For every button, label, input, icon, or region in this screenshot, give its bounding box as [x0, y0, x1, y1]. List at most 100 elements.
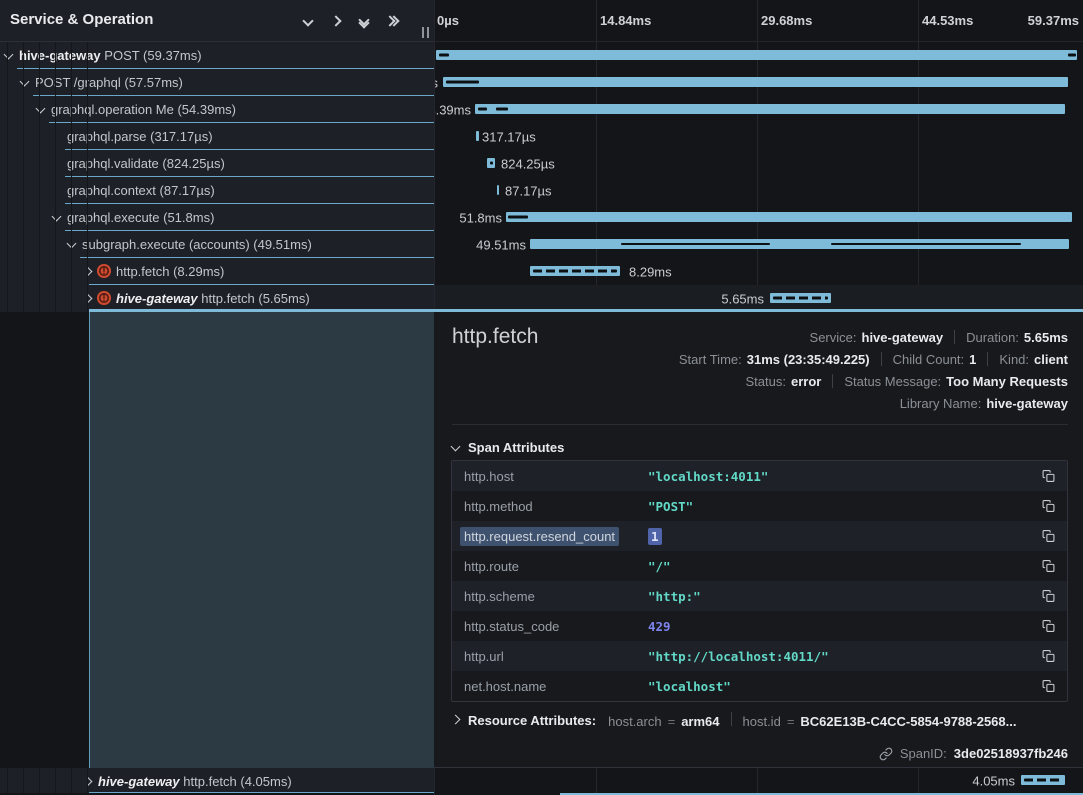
copy-icon[interactable] — [1037, 589, 1055, 603]
resource-attributes-row[interactable]: Resource Attributes: host.arch=arm64host… — [452, 712, 1016, 729]
tree-row[interactable]: graphql.validate (824.25µs) — [0, 150, 434, 177]
span-detail-title: http.fetch — [452, 325, 538, 349]
attribute-key-text: http.url — [464, 649, 504, 664]
copy-icon[interactable] — [1037, 529, 1055, 543]
span-attributes-toggle[interactable]: Span Attributes — [452, 440, 564, 455]
tree-row[interactable]: graphql.parse (317.17µs) — [0, 123, 434, 150]
meta-value: 5.65ms — [1024, 330, 1068, 345]
separator — [881, 352, 882, 366]
tree-row[interactable]: POST /graphql (57.57ms) — [0, 69, 434, 96]
link-icon[interactable] — [879, 747, 893, 761]
waterfall-row: 49.51ms — [434, 231, 1083, 258]
span-bar[interactable] — [476, 131, 479, 141]
tree-row[interactable]: subgraph.execute (accounts) (49.51ms) — [0, 231, 434, 258]
attribute-value: "http://localhost:4011/" — [648, 649, 1037, 664]
waterfall-row: 8.29ms — [434, 258, 1083, 285]
meta-label: Service: — [810, 330, 857, 345]
meta-label: Start Time: — [679, 352, 742, 367]
collapse-one-icon[interactable] — [299, 13, 316, 29]
resource-key: host.arch — [608, 714, 661, 729]
detail-meta-line: Service:hive-gatewayDuration:5.65ms — [679, 326, 1068, 348]
attribute-key[interactable]: http.host — [464, 469, 648, 484]
span-label: http.fetch (8.29ms) — [116, 264, 224, 279]
span-bar[interactable] — [475, 104, 1065, 114]
service-name: hive-gateway — [19, 48, 101, 63]
copy-icon[interactable] — [1037, 559, 1055, 573]
child-span-marker — [1024, 779, 1062, 782]
tree-header-icons — [299, 13, 400, 29]
span-bar[interactable] — [487, 158, 495, 168]
copy-icon[interactable] — [1037, 499, 1055, 513]
tree-row[interactable]: graphql.context (87.17µs) — [0, 177, 434, 204]
span-label: POST /graphql (57.57ms) — [35, 75, 183, 90]
indent-guide — [23, 42, 24, 793]
tree-row[interactable]: graphql.execute (51.8ms) — [0, 204, 434, 231]
chevron-down-icon — [4, 50, 14, 60]
meta-value: hive-gateway — [986, 396, 1068, 411]
detail-meta-line: Start Time:31ms (23:35:49.225)Child Coun… — [679, 348, 1068, 370]
span-id-row: SpanID: 3de02518937fb246 — [879, 746, 1068, 761]
duration-label: 5.65ms — [721, 291, 764, 306]
span-bar[interactable] — [1021, 775, 1065, 785]
attribute-key[interactable]: http.request.resend_count — [464, 529, 648, 544]
span-bar[interactable] — [770, 293, 831, 303]
tree-row[interactable]: !http.fetch (8.29ms) — [0, 258, 434, 285]
tree-row[interactable]: hive-gateway POST (59.37ms) — [0, 42, 434, 69]
timeline-tick: 14.84ms — [600, 13, 651, 28]
attribute-row: net.host.name"localhost" — [452, 671, 1067, 701]
indent-guide — [39, 42, 40, 793]
panel-resize-handle[interactable] — [422, 27, 429, 38]
attribute-row: http.method"POST" — [452, 491, 1067, 521]
span-bar[interactable] — [530, 239, 1069, 249]
child-span-marker — [478, 108, 487, 111]
copy-icon[interactable] — [1037, 649, 1055, 663]
row-separator — [65, 230, 434, 231]
span-tree-panel: hive-gateway POST (59.37ms) POST /graphql… — [0, 0, 434, 795]
child-span-marker — [446, 81, 479, 84]
detail-meta-line: Status:errorStatus Message:Too Many Requ… — [679, 370, 1068, 392]
detail-meta-item: Kind:client — [999, 352, 1068, 367]
attribute-key[interactable]: http.route — [464, 559, 648, 574]
duration-label: 49.51ms — [476, 237, 526, 252]
waterfall-row: 54.39ms — [434, 96, 1083, 123]
tree-row[interactable]: hive-gateway http.fetch (4.05ms) — [0, 768, 434, 793]
span-detail-panel: http.fetch Service:hive-gatewayDuration:… — [434, 312, 1083, 768]
resource-attribute: host.arch=arm64 — [608, 714, 719, 729]
collapse-all-icon[interactable] — [355, 13, 372, 29]
copy-icon[interactable] — [1037, 619, 1055, 633]
child-span-marker — [508, 216, 528, 219]
meta-label: Status Message: — [844, 374, 941, 389]
copy-icon[interactable] — [1037, 679, 1055, 693]
attribute-key-text: http.status_code — [464, 619, 559, 634]
expand-all-icon[interactable] — [383, 13, 400, 29]
detail-meta-item: Status:error — [746, 374, 822, 389]
meta-value: client — [1034, 352, 1068, 367]
waterfall-row: 51.8ms — [434, 204, 1083, 231]
attribute-key[interactable]: http.status_code — [464, 619, 648, 634]
attribute-value-text: 1 — [648, 528, 662, 545]
child-span-marker — [831, 243, 1021, 245]
attribute-key[interactable]: net.host.name — [464, 679, 648, 694]
row-separator — [33, 95, 434, 96]
attribute-key-text: http.request.resend_count — [460, 527, 619, 546]
attribute-key[interactable]: http.scheme — [464, 589, 648, 604]
attribute-key[interactable]: http.method — [464, 499, 648, 514]
span-bar[interactable] — [436, 50, 1077, 60]
copy-icon[interactable] — [1037, 469, 1055, 483]
span-bar[interactable] — [443, 77, 1068, 87]
detail-divider — [452, 424, 1068, 425]
tree-row[interactable]: graphql.operation Me (54.39ms) — [0, 96, 434, 123]
span-bar[interactable] — [506, 212, 1072, 222]
child-span-marker — [496, 108, 508, 111]
attribute-value-text: "http:" — [648, 589, 701, 604]
panel-title: Service & Operation — [10, 11, 153, 28]
row-separator — [89, 284, 434, 285]
span-bar[interactable] — [530, 266, 620, 276]
expand-one-icon[interactable] — [327, 13, 344, 29]
detail-meta-item: Duration:5.65ms — [966, 330, 1068, 345]
resource-attributes-title: Resource Attributes: — [468, 713, 596, 728]
attribute-key[interactable]: http.url — [464, 649, 648, 664]
child-span-marker — [439, 54, 449, 57]
tree-row[interactable]: !hive-gateway http.fetch (5.65ms) — [0, 285, 434, 312]
span-bar[interactable] — [497, 185, 499, 195]
